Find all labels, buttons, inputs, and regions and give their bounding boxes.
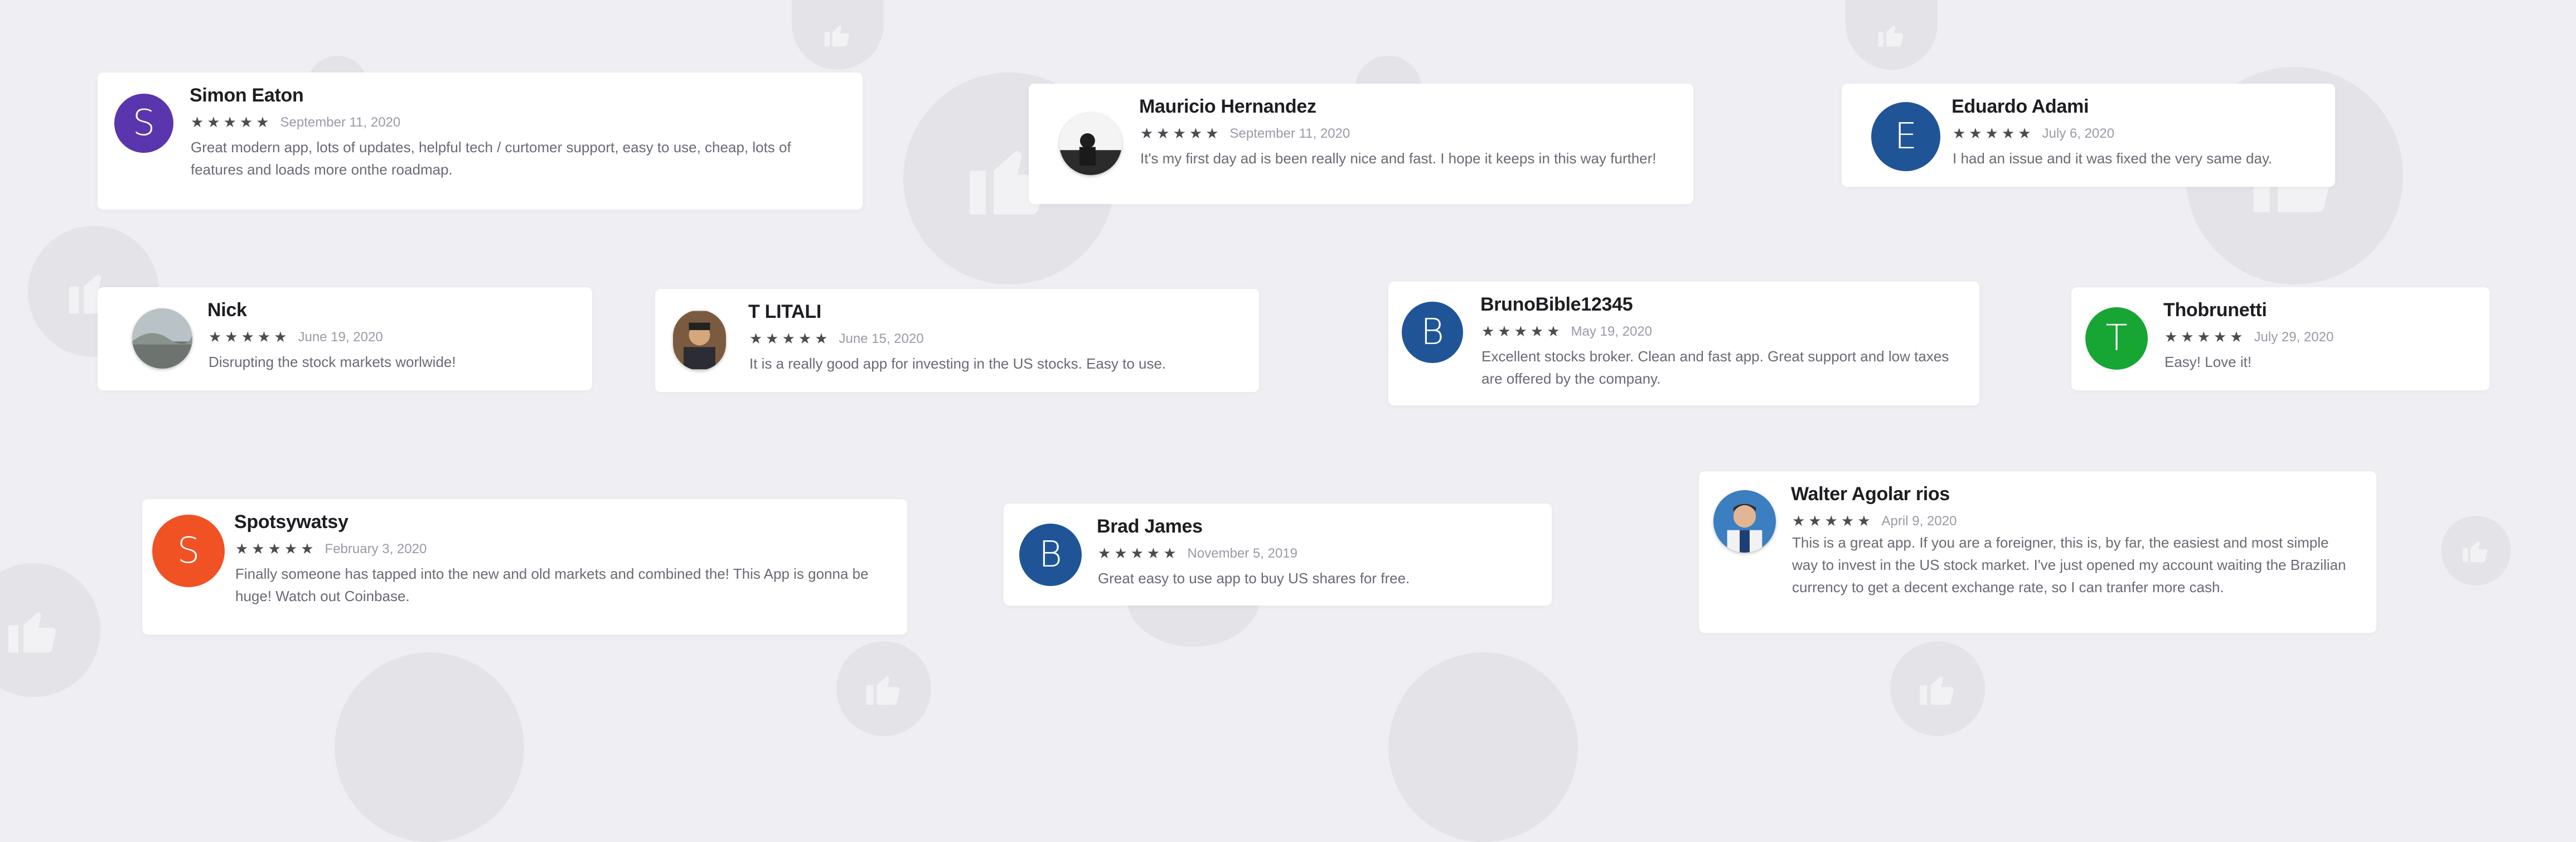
avatar: S bbox=[152, 515, 225, 587]
review-text: It's my first day ad is been really nice… bbox=[1140, 150, 1657, 167]
star-rating: ★★★★★ bbox=[1098, 545, 1180, 562]
review-text: I had an issue and it was fixed the very… bbox=[1953, 150, 2273, 167]
avatar bbox=[673, 310, 726, 370]
review-card: S Simon Eaton ★★★★★ September 11, 2020 G… bbox=[98, 72, 863, 210]
reviewer-name: Thobrunetti bbox=[2163, 299, 2267, 321]
review-text: Easy! Love it! bbox=[2165, 354, 2252, 370]
star-rating: ★★★★★ bbox=[209, 328, 290, 345]
avatar: T bbox=[2085, 307, 2148, 370]
background-circle bbox=[1388, 652, 1578, 842]
review-date: April 9, 2020 bbox=[1881, 513, 1957, 529]
reviewer-name: Simon Eaton bbox=[190, 85, 304, 106]
review-card: B BrunoBible12345 ★★★★★ May 19, 2020 Exc… bbox=[1388, 282, 1979, 405]
star-rating: ★★★★★ bbox=[191, 114, 273, 130]
review-text: Finally someone has tapped into the new … bbox=[235, 565, 869, 604]
review-card: T Thobrunetti ★★★★★ July 29, 2020 Easy! … bbox=[2071, 287, 2490, 390]
star-rating: ★★★★★ bbox=[1481, 323, 1563, 340]
reviewer-name: Spotsywatsy bbox=[234, 511, 348, 533]
thumbs-up-icon bbox=[1846, 0, 1938, 70]
review-text: Great easy to use app to buy US shares f… bbox=[1098, 570, 1410, 587]
review-text: Disrupting the stock markets worlwide! bbox=[209, 354, 456, 370]
thumbs-up-icon bbox=[2441, 516, 2511, 585]
reviewer-name: Mauricio Hernandez bbox=[1139, 96, 1316, 117]
thumbs-up-icon bbox=[1890, 641, 1985, 736]
reviewer-name: Walter Agolar rios bbox=[1791, 483, 1950, 505]
review-card: Mauricio Hernandez ★★★★★ September 11, 2… bbox=[1029, 84, 1693, 204]
star-rating: ★★★★★ bbox=[749, 330, 831, 347]
review-date: July 29, 2020 bbox=[2254, 329, 2334, 345]
star-rating: ★★★★★ bbox=[1140, 125, 1222, 142]
reviewer-name: T LITALI bbox=[748, 301, 822, 322]
review-date: June 15, 2020 bbox=[839, 331, 924, 346]
star-rating: ★★★★★ bbox=[2165, 328, 2246, 345]
review-text: Great modern app, lots of updates, helpf… bbox=[191, 139, 791, 178]
thumbs-up-icon bbox=[792, 0, 884, 70]
reviewer-name: Nick bbox=[207, 299, 247, 321]
review-date: June 19, 2020 bbox=[298, 329, 383, 345]
review-text: It is a really good app for investing in… bbox=[749, 355, 1166, 372]
review-card: B Brad James ★★★★★ November 5, 2019 Grea… bbox=[1004, 504, 1552, 606]
reviewer-name: Eduardo Adami bbox=[1952, 96, 2089, 117]
reviewer-name: Brad James bbox=[1097, 516, 1203, 537]
review-date: May 19, 2020 bbox=[1571, 323, 1652, 339]
review-date: November 5, 2019 bbox=[1187, 545, 1297, 561]
star-rating: ★★★★★ bbox=[1792, 512, 1874, 529]
review-card: E Eduardo Adami ★★★★★ July 6, 2020 I had… bbox=[1842, 84, 2335, 187]
thumbs-up-icon bbox=[836, 641, 931, 736]
review-card: S Spotsywatsy ★★★★★ February 3, 2020 Fin… bbox=[142, 499, 907, 635]
review-text: This is a great app. If you are a foreig… bbox=[1792, 534, 2346, 596]
review-date: July 6, 2020 bbox=[2042, 125, 2114, 141]
avatar: S bbox=[114, 94, 173, 153]
review-text: Excellent stocks broker. Clean and fast … bbox=[1481, 348, 1949, 387]
avatar bbox=[132, 308, 192, 369]
review-date: September 11, 2020 bbox=[1229, 125, 1350, 141]
star-rating: ★★★★★ bbox=[1953, 125, 2035, 142]
review-card: Walter Agolar rios ★★★★★ April 9, 2020 T… bbox=[1699, 471, 2376, 633]
review-card: T LITALI ★★★★★ June 15, 2020 It is a rea… bbox=[655, 289, 1259, 392]
avatar: B bbox=[1402, 302, 1463, 363]
review-card: Nick ★★★★★ June 19, 2020 Disrupting the … bbox=[98, 287, 592, 390]
star-rating: ★★★★★ bbox=[235, 540, 317, 557]
avatar: B bbox=[1019, 524, 1082, 586]
avatar bbox=[1059, 113, 1122, 175]
reviewer-name: BrunoBible12345 bbox=[1480, 294, 1633, 315]
thumbs-up-icon bbox=[0, 563, 100, 697]
avatar: E bbox=[1871, 102, 1940, 171]
avatar bbox=[1713, 490, 1776, 553]
background-circle bbox=[335, 652, 524, 842]
review-date: September 11, 2020 bbox=[280, 114, 401, 130]
review-date: February 3, 2020 bbox=[325, 541, 427, 557]
